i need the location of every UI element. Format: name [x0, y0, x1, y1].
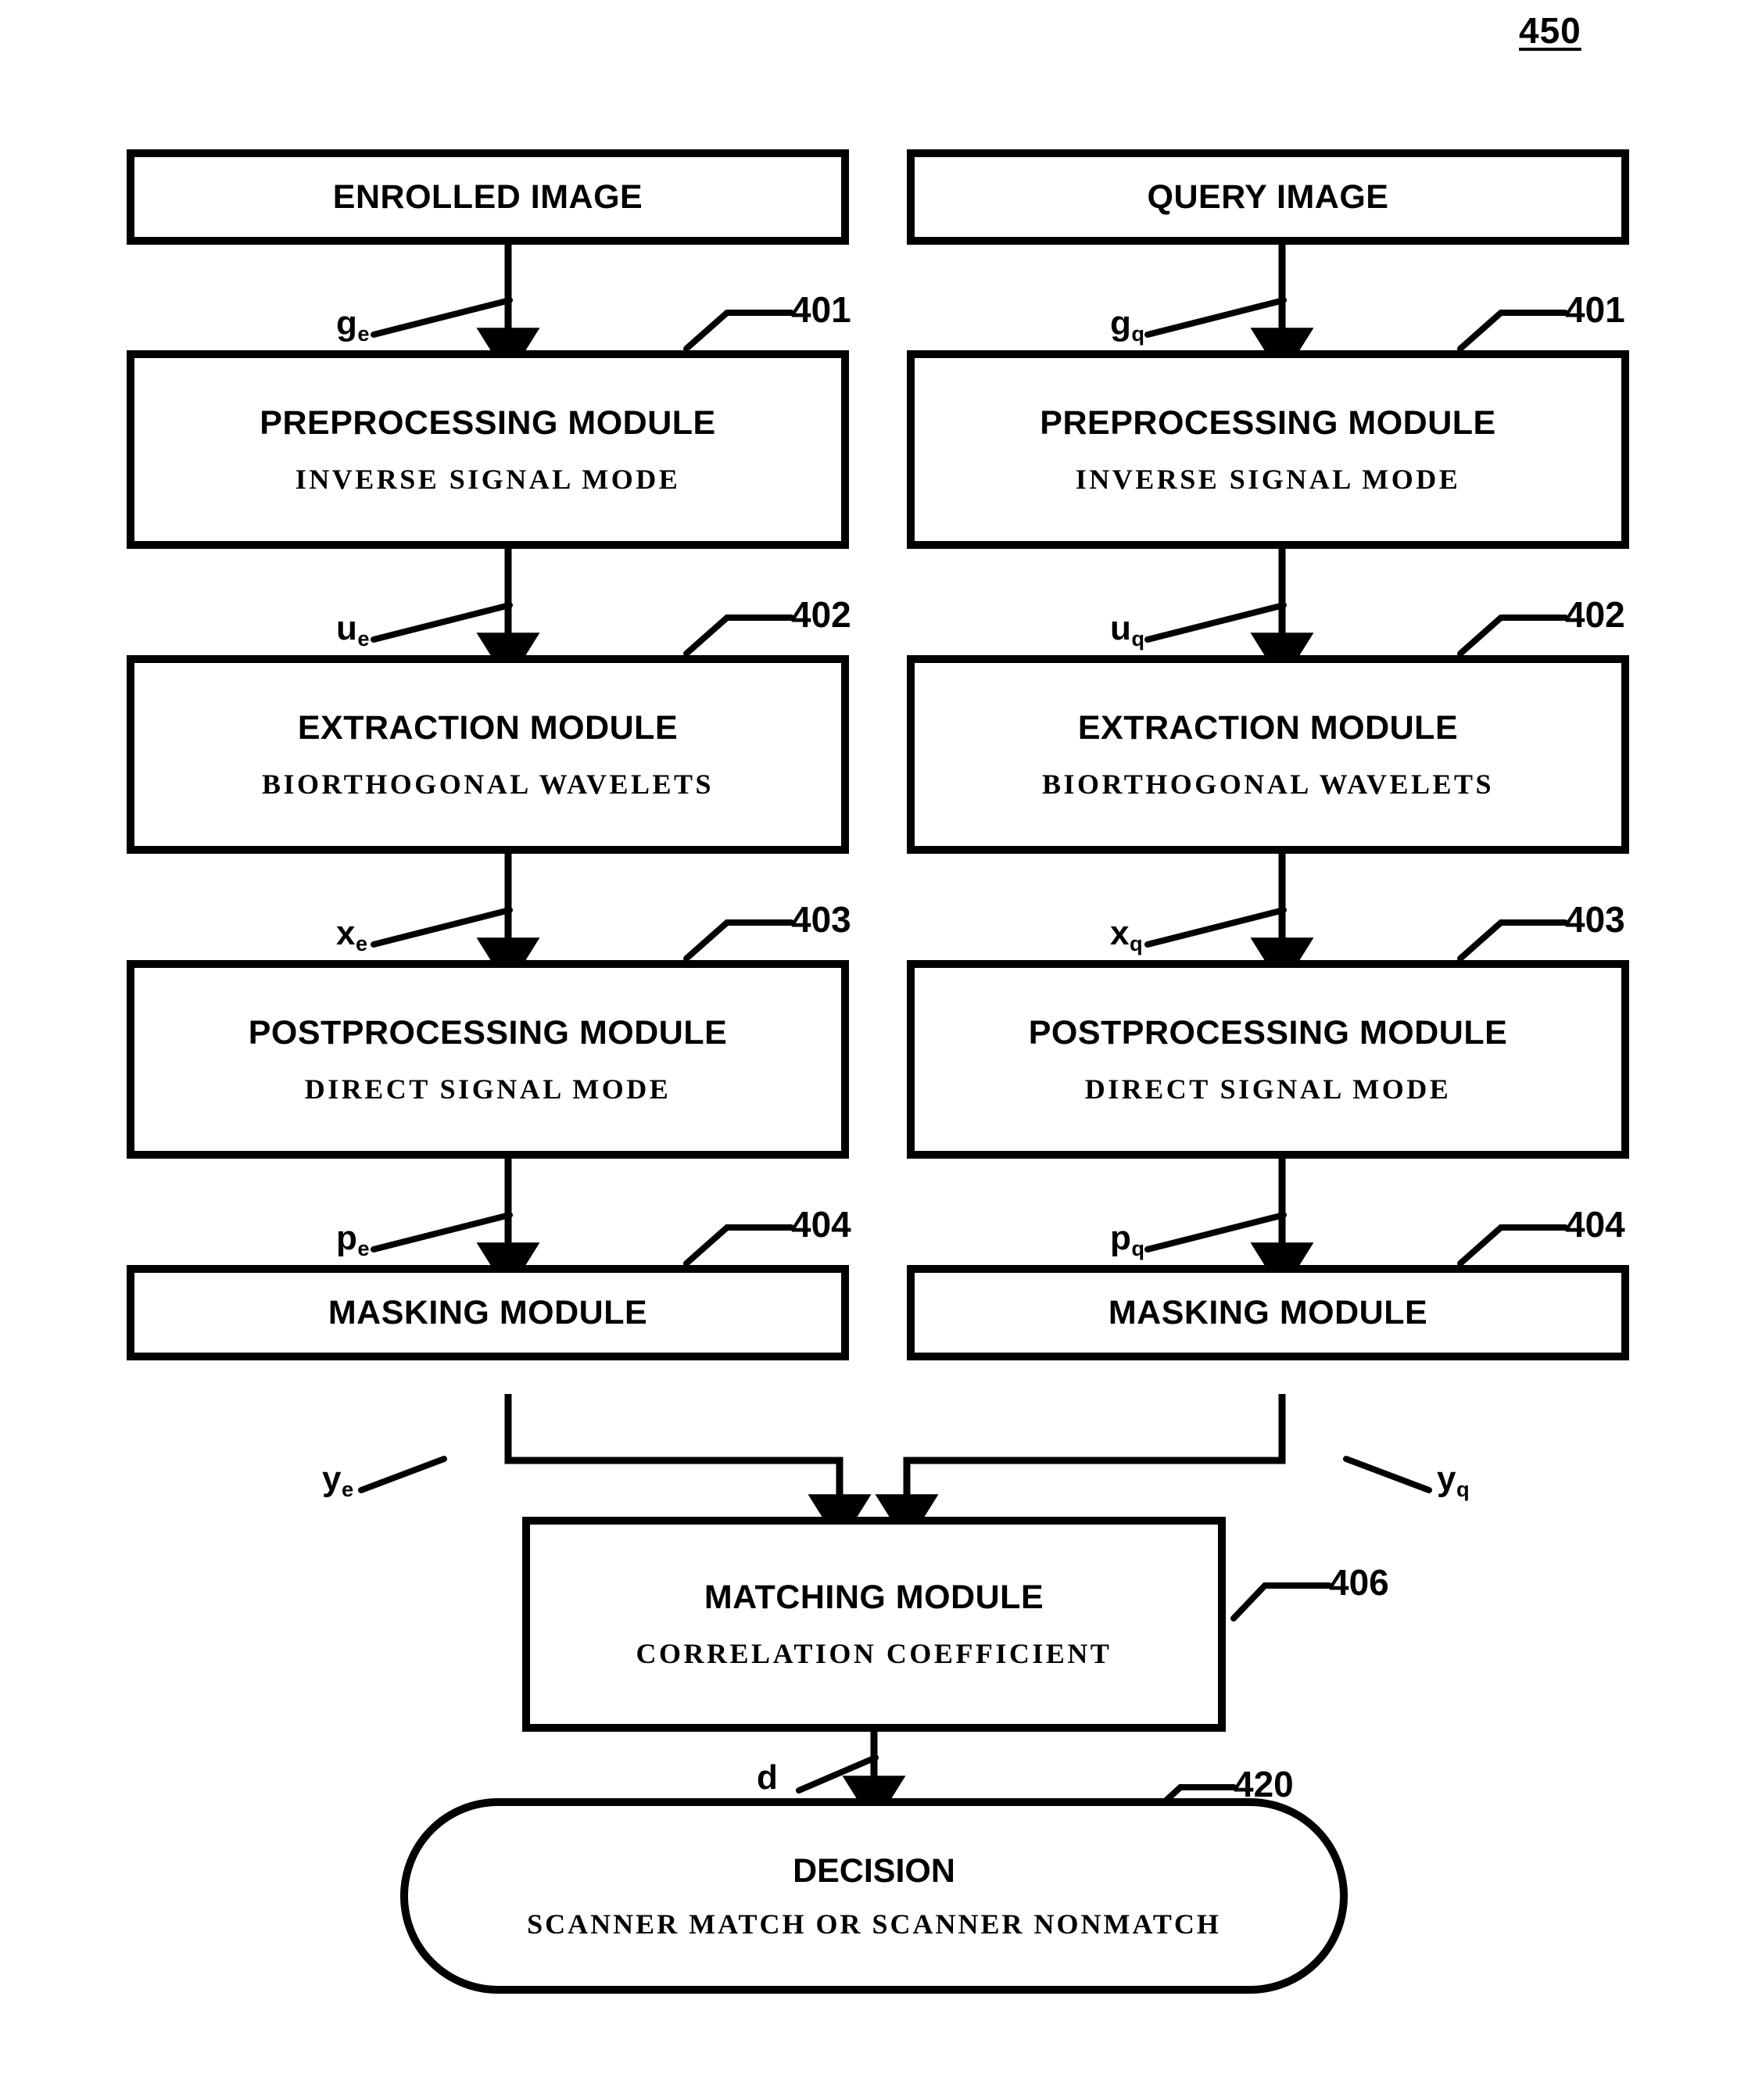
node-postprocessing-left-title: POSTPROCESSING MODULE	[248, 1013, 728, 1052]
signal-label-u-e: ue	[336, 609, 370, 649]
node-postprocessing-right[interactable]: POSTPROCESSING MODULE DIRECT SIGNAL MODE	[907, 960, 1629, 1159]
ref-numeral-matching: 406	[1329, 1562, 1389, 1603]
ref-numeral-preprocessing-left: 401	[791, 289, 851, 330]
node-matching-module-subtitle: CORRELATION COEFFICIENT	[636, 1638, 1112, 1669]
node-extraction-left-subtitle: BIORTHOGONAL WAVELETS	[261, 768, 715, 800]
node-masking-left[interactable]: MASKING MODULE	[127, 1265, 849, 1360]
node-preprocessing-left[interactable]: PREPROCESSING MODULE INVERSE SIGNAL MODE	[127, 350, 849, 549]
signal-label-x-e-base: x	[336, 914, 356, 952]
node-decision-title: DECISION	[793, 1851, 955, 1890]
node-enrolled-image[interactable]: ENROLLED IMAGE	[127, 149, 849, 245]
signal-label-y-e-base: y	[322, 1460, 342, 1498]
node-masking-right-title: MASKING MODULE	[1108, 1293, 1428, 1331]
signal-label-g-q-sub: q	[1131, 321, 1145, 346]
signal-label-p-e-base: p	[336, 1219, 357, 1257]
signal-label-y-q: yq	[1437, 1460, 1470, 1500]
signal-label-p-e-sub: e	[357, 1235, 370, 1260]
signal-label-p-q-sub: q	[1131, 1235, 1145, 1260]
signal-label-y-e: ye	[322, 1460, 353, 1500]
node-matching-module-title: MATCHING MODULE	[704, 1579, 1044, 1616]
signal-label-y-q-base: y	[1437, 1460, 1456, 1498]
figure-canvas: 450 ENROLLED IMAGE PREPROCESSING MODULE …	[0, 0, 1755, 2100]
signal-label-g-e: ge	[336, 304, 370, 344]
signal-label-p-q-base: p	[1110, 1219, 1131, 1257]
node-extraction-right[interactable]: EXTRACTION MODULE BIORTHOGONAL WAVELETS	[907, 655, 1629, 854]
node-masking-left-title: MASKING MODULE	[328, 1293, 648, 1331]
signal-label-x-q: xq	[1110, 914, 1143, 954]
node-decision[interactable]: DECISION SCANNER MATCH OR SCANNER NONMAT…	[400, 1798, 1348, 1994]
signal-label-u-q-sub: q	[1131, 625, 1145, 650]
node-extraction-left[interactable]: EXTRACTION MODULE BIORTHOGONAL WAVELETS	[127, 655, 849, 854]
ref-numeral-extraction-right: 402	[1565, 594, 1625, 635]
figure-number: 450	[1519, 10, 1581, 51]
signal-label-y-e-sub: e	[342, 1476, 354, 1501]
node-enrolled-image-title: ENROLLED IMAGE	[332, 177, 643, 216]
node-preprocessing-left-title: PREPROCESSING MODULE	[260, 403, 716, 442]
node-postprocessing-right-title: POSTPROCESSING MODULE	[1028, 1013, 1508, 1052]
ref-numeral-masking-right: 404	[1565, 1204, 1625, 1245]
signal-label-u-q: uq	[1110, 609, 1144, 649]
signal-label-g-q-base: g	[1110, 304, 1131, 342]
signal-label-g-e-sub: e	[357, 321, 370, 346]
signal-label-p-e: pe	[336, 1219, 370, 1259]
node-decision-subtitle: SCANNER MATCH OR SCANNER NONMATCH	[527, 1908, 1221, 1940]
signal-label-p-q: pq	[1110, 1219, 1144, 1259]
ref-numeral-preprocessing-right: 401	[1565, 289, 1625, 330]
node-query-image-title: QUERY IMAGE	[1147, 177, 1389, 216]
ref-numeral-postprocessing-right: 403	[1565, 899, 1625, 940]
signal-label-x-e-sub: e	[356, 930, 368, 955]
signal-label-g-e-base: g	[336, 304, 357, 342]
ref-numeral-postprocessing-left: 403	[791, 899, 851, 940]
node-extraction-right-title: EXTRACTION MODULE	[1077, 708, 1459, 747]
signal-label-u-e-base: u	[336, 609, 357, 647]
node-postprocessing-left-subtitle: DIRECT SIGNAL MODE	[304, 1073, 672, 1105]
signal-label-d-base: d	[757, 1758, 778, 1797]
signal-label-y-q-sub: q	[1456, 1476, 1470, 1501]
node-postprocessing-left[interactable]: POSTPROCESSING MODULE DIRECT SIGNAL MODE	[127, 960, 849, 1159]
node-preprocessing-right[interactable]: PREPROCESSING MODULE INVERSE SIGNAL MODE	[907, 350, 1629, 549]
connector-masking-left-to-matching	[504, 1394, 872, 1545]
node-postprocessing-right-subtitle: DIRECT SIGNAL MODE	[1084, 1073, 1452, 1105]
ref-numeral-decision: 420	[1234, 1764, 1294, 1804]
ref-numeral-extraction-left: 402	[791, 594, 851, 635]
ref-numeral-masking-left: 404	[791, 1204, 851, 1245]
node-matching-module[interactable]: MATCHING MODULE CORRELATION COEFFICIENT	[522, 1517, 1226, 1732]
node-preprocessing-left-subtitle: INVERSE SIGNAL MODE	[295, 463, 681, 495]
node-preprocessing-right-subtitle: INVERSE SIGNAL MODE	[1075, 463, 1461, 495]
node-masking-right[interactable]: MASKING MODULE	[907, 1265, 1629, 1360]
signal-label-u-e-sub: e	[357, 625, 370, 650]
signal-label-d: d	[757, 1761, 778, 1795]
node-preprocessing-right-title: PREPROCESSING MODULE	[1040, 403, 1496, 442]
signal-label-g-q: gq	[1110, 304, 1144, 344]
node-extraction-left-title: EXTRACTION MODULE	[297, 708, 679, 747]
node-query-image[interactable]: QUERY IMAGE	[907, 149, 1629, 245]
connector-masking-right-to-matching	[875, 1394, 1286, 1545]
signal-label-x-e: xe	[336, 914, 367, 954]
node-extraction-right-subtitle: BIORTHOGONAL WAVELETS	[1041, 768, 1495, 800]
signal-label-x-q-base: x	[1110, 914, 1130, 952]
signal-label-u-q-base: u	[1110, 609, 1131, 647]
signal-label-x-q-sub: q	[1130, 930, 1143, 955]
